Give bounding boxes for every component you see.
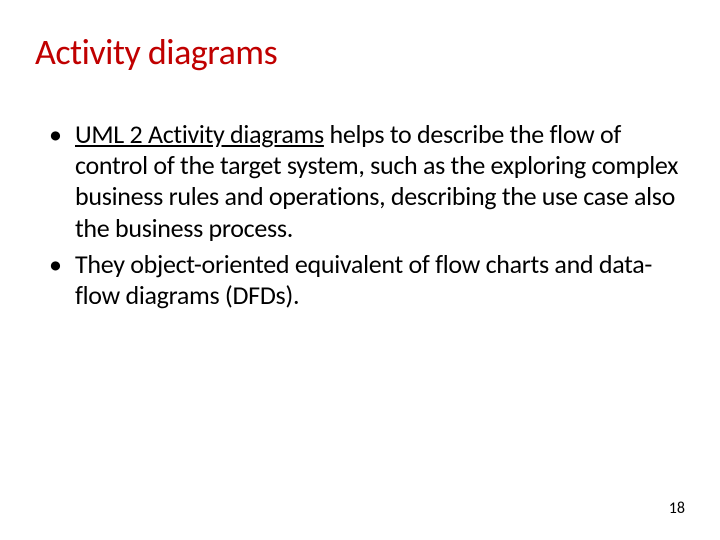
slide-title: Activity diagrams (35, 30, 685, 74)
bullet-list: UML 2 Activity diagrams helps to describ… (35, 119, 685, 311)
bullet-link[interactable]: UML 2 Activity diagrams (75, 118, 324, 150)
bullet-text-2: They object-oriented equivalent of flow … (75, 248, 652, 311)
slide-container: Activity diagrams UML 2 Activity diagram… (0, 0, 720, 311)
bullet-item-2: They object-oriented equivalent of flow … (49, 249, 685, 311)
bullet-item-1: UML 2 Activity diagrams helps to describ… (49, 119, 685, 244)
page-number: 18 (669, 499, 685, 518)
